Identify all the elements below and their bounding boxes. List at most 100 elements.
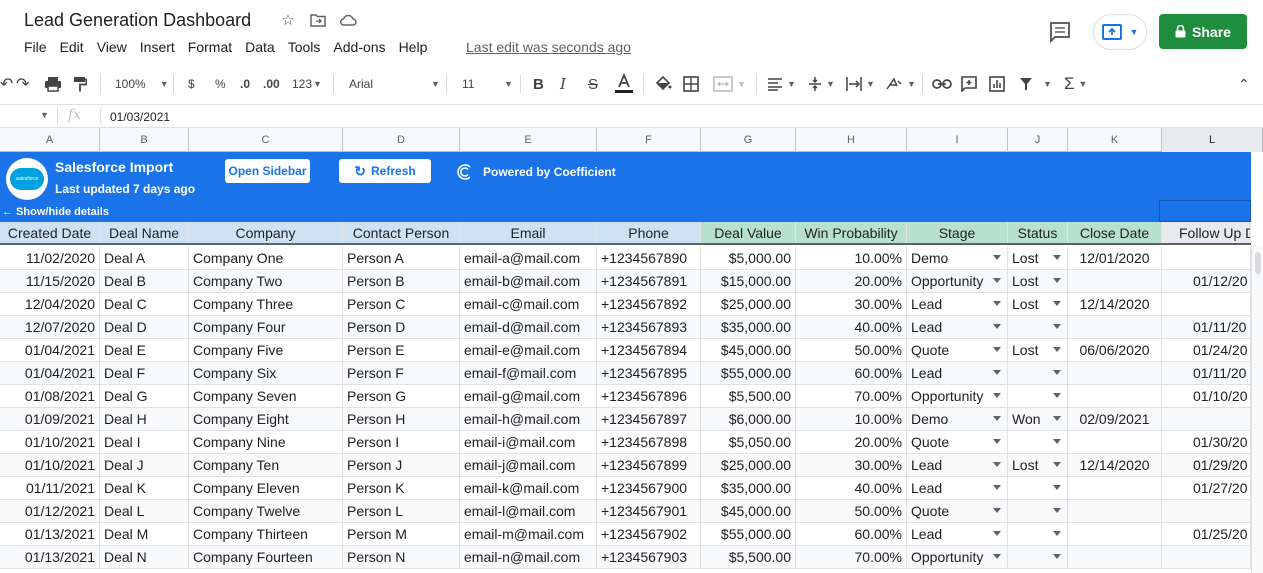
dropdown-arrow-icon[interactable]: [1053, 393, 1061, 398]
dropdown-arrow-icon[interactable]: [993, 347, 1001, 352]
cell-close-date[interactable]: [1068, 546, 1162, 568]
cell-phone[interactable]: +1234567896: [597, 385, 701, 407]
cell-status[interactable]: [1008, 362, 1068, 384]
cell-deal-value[interactable]: $5,000.00: [701, 247, 796, 269]
font-select[interactable]: Arial ▼: [349, 66, 440, 102]
cell-email[interactable]: email-g@mail.com: [460, 385, 597, 407]
header-phone[interactable]: Phone: [597, 222, 701, 243]
cell-win-probability[interactable]: 20.00%: [796, 270, 907, 292]
cell-created-date[interactable]: 01/10/2021: [0, 454, 100, 476]
cell-follow-up-date[interactable]: [1162, 546, 1251, 568]
cell-status[interactable]: [1008, 385, 1068, 407]
cell-close-date[interactable]: [1068, 500, 1162, 522]
cell-email[interactable]: email-a@mail.com: [460, 247, 597, 269]
cell-company[interactable]: Company Four: [189, 316, 343, 338]
filter-icon[interactable]: ▼: [1019, 66, 1052, 102]
cell-close-date[interactable]: 02/09/2021: [1068, 408, 1162, 430]
cell-close-date[interactable]: [1068, 477, 1162, 499]
cell-status[interactable]: [1008, 431, 1068, 453]
cell-close-date[interactable]: 06/06/2020: [1068, 339, 1162, 361]
cell-deal-value[interactable]: $35,000.00: [701, 477, 796, 499]
percent-format-button[interactable]: %: [215, 66, 226, 102]
cell-created-date[interactable]: 01/10/2021: [0, 431, 100, 453]
cell-status[interactable]: [1008, 523, 1068, 545]
cell-phone[interactable]: +1234567893: [597, 316, 701, 338]
paint-format-icon[interactable]: [73, 66, 87, 102]
currency-format-button[interactable]: $: [188, 66, 195, 102]
cell-deal-value[interactable]: $15,000.00: [701, 270, 796, 292]
dropdown-arrow-icon[interactable]: [1053, 531, 1061, 536]
cell-stage[interactable]: Opportunity: [907, 546, 1008, 568]
name-box-dropdown-icon[interactable]: ▼: [40, 110, 49, 120]
cell-company[interactable]: Company One: [189, 247, 343, 269]
bold-icon[interactable]: B: [533, 66, 544, 102]
dropdown-arrow-icon[interactable]: [993, 393, 1001, 398]
column-letter-a[interactable]: A: [0, 128, 100, 152]
cell-win-probability[interactable]: 70.00%: [796, 546, 907, 568]
cell-status[interactable]: Lost: [1008, 293, 1068, 315]
cell-stage[interactable]: Lead: [907, 454, 1008, 476]
cell-email[interactable]: email-i@mail.com: [460, 431, 597, 453]
cell-close-date[interactable]: 12/14/2020: [1068, 293, 1162, 315]
cell-phone[interactable]: +1234567895: [597, 362, 701, 384]
header-contact-person[interactable]: Contact Person: [343, 222, 460, 243]
cell-deal-name[interactable]: Deal H: [100, 408, 189, 430]
cell-deal-name[interactable]: Deal I: [100, 431, 189, 453]
menu-addons[interactable]: Add-ons: [333, 39, 385, 55]
vertical-align-icon[interactable]: ▼: [808, 66, 835, 102]
text-color-icon[interactable]: [614, 66, 634, 102]
show-hide-details-link[interactable]: ← Show/hide details: [2, 206, 109, 218]
header-stage[interactable]: Stage: [907, 222, 1008, 243]
cell-follow-up-date[interactable]: [1162, 500, 1251, 522]
cell-email[interactable]: email-c@mail.com: [460, 293, 597, 315]
cell-created-date[interactable]: 01/13/2021: [0, 523, 100, 545]
cell-contact-person[interactable]: Person A: [343, 247, 460, 269]
cell-stage[interactable]: Lead: [907, 293, 1008, 315]
cell-follow-up-date[interactable]: [1162, 408, 1251, 430]
cell-close-date[interactable]: [1068, 362, 1162, 384]
cell-email[interactable]: email-d@mail.com: [460, 316, 597, 338]
cell-deal-value[interactable]: $5,050.00: [701, 431, 796, 453]
column-letter-d[interactable]: D: [343, 128, 460, 152]
cell-email[interactable]: email-e@mail.com: [460, 339, 597, 361]
dropdown-arrow-icon[interactable]: [1053, 508, 1061, 513]
present-button[interactable]: ▼: [1093, 14, 1147, 50]
cell-stage[interactable]: Opportunity: [907, 270, 1008, 292]
header-status[interactable]: Status: [1008, 222, 1068, 243]
cell-company[interactable]: Company Ten: [189, 454, 343, 476]
cell-email[interactable]: email-k@mail.com: [460, 477, 597, 499]
cell-status[interactable]: [1008, 546, 1068, 568]
column-letter-c[interactable]: C: [189, 128, 343, 152]
cell-follow-up-date[interactable]: [1162, 247, 1251, 269]
cell-created-date[interactable]: 12/07/2020: [0, 316, 100, 338]
column-letter-e[interactable]: E: [460, 128, 597, 152]
dropdown-arrow-icon[interactable]: [993, 278, 1001, 283]
cell-close-date[interactable]: [1068, 431, 1162, 453]
cell-status[interactable]: Lost: [1008, 454, 1068, 476]
cell-created-date[interactable]: 11/15/2020: [0, 270, 100, 292]
vertical-scrollbar[interactable]: [1251, 245, 1263, 573]
dropdown-arrow-icon[interactable]: [1053, 439, 1061, 444]
cell-win-probability[interactable]: 60.00%: [796, 523, 907, 545]
last-edit-link[interactable]: Last edit was seconds ago: [466, 39, 631, 55]
cloud-status-icon[interactable]: [338, 10, 358, 30]
cell-deal-value[interactable]: $25,000.00: [701, 454, 796, 476]
cell-follow-up-date[interactable]: 01/11/20: [1162, 316, 1251, 338]
cell-email[interactable]: email-n@mail.com: [460, 546, 597, 568]
cell-contact-person[interactable]: Person F: [343, 362, 460, 384]
cell-phone[interactable]: +1234567898: [597, 431, 701, 453]
cell-contact-person[interactable]: Person D: [343, 316, 460, 338]
cell-deal-name[interactable]: Deal F: [100, 362, 189, 384]
cell-status[interactable]: Lost: [1008, 247, 1068, 269]
cell-stage[interactable]: Quote: [907, 431, 1008, 453]
cell-status[interactable]: Lost: [1008, 270, 1068, 292]
cell-created-date[interactable]: 01/04/2021: [0, 362, 100, 384]
header-deal-value[interactable]: Deal Value: [701, 222, 796, 243]
cell-win-probability[interactable]: 70.00%: [796, 385, 907, 407]
scrollbar-thumb[interactable]: [1255, 252, 1261, 274]
dropdown-arrow-icon[interactable]: [1053, 462, 1061, 467]
cell-stage[interactable]: Lead: [907, 523, 1008, 545]
cell-win-probability[interactable]: 30.00%: [796, 454, 907, 476]
cell-contact-person[interactable]: Person N: [343, 546, 460, 568]
menu-tools[interactable]: Tools: [288, 39, 321, 55]
